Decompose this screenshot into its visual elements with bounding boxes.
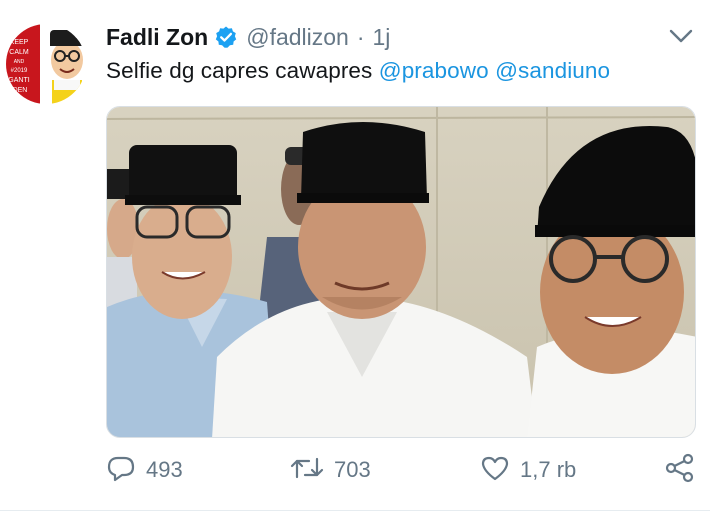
selfie-image — [107, 107, 695, 437]
like-button[interactable]: 1,7 rb — [480, 452, 576, 488]
reply-button[interactable]: 493 — [106, 452, 183, 488]
mention-link[interactable]: @prabowo — [379, 58, 489, 83]
avatar-sign-line: KEEP — [10, 39, 29, 46]
share-icon — [664, 452, 696, 489]
chevron-down-icon[interactable] — [668, 26, 694, 46]
like-count: 1,7 rb — [520, 457, 577, 482]
like-icon — [480, 453, 510, 488]
author-handle[interactable]: @fadlizon — [246, 24, 349, 51]
verified-badge-icon — [214, 25, 238, 49]
avatar-sign-line: GANTI — [8, 77, 29, 84]
avatar-sign-line: #2019 — [11, 68, 28, 74]
tweet-time[interactable]: 1j — [373, 24, 391, 51]
share-button[interactable] — [664, 452, 696, 488]
tweet-actions: 493 703 1,7 rb — [106, 452, 696, 488]
reply-icon — [106, 453, 136, 488]
avatar-sign-line: IDEN — [11, 87, 28, 94]
mention-link[interactable]: @sandiuno — [495, 58, 610, 83]
retweet-icon — [290, 453, 324, 488]
tweet-photo[interactable] — [106, 106, 696, 438]
reply-count: 493 — [146, 457, 183, 482]
tweet-text: Selfie dg capres cawapres @prabowo @sand… — [106, 58, 610, 84]
avatar-image: KEEP CALM AND #2019 GANTI IDEN — [6, 24, 86, 104]
author-name[interactable]: Fadli Zon — [106, 24, 208, 51]
retweet-button[interactable]: 703 — [290, 452, 371, 488]
divider — [0, 510, 710, 511]
retweet-count: 703 — [334, 457, 371, 482]
tweet-header: Fadli Zon @fadlizon · 1j — [106, 22, 390, 52]
avatar-sign-line: AND — [14, 59, 25, 65]
separator-dot: · — [356, 23, 365, 50]
tweet-text-plain: Selfie dg capres cawapres — [106, 58, 379, 83]
avatar-sign-line: CALM — [9, 49, 29, 56]
author-avatar[interactable]: KEEP CALM AND #2019 GANTI IDEN — [6, 24, 86, 104]
